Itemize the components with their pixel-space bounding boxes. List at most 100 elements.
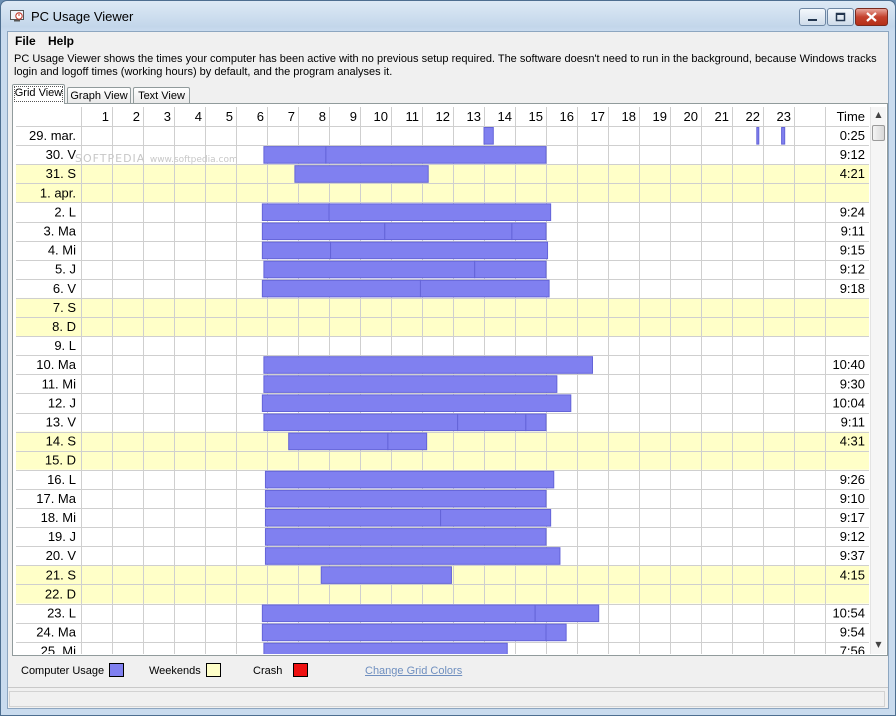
row-total-time: 9:24 xyxy=(840,204,865,219)
row-date-label: 11. Mi xyxy=(42,376,77,391)
usage-session-bar[interactable] xyxy=(387,432,428,451)
usage-session-bar[interactable] xyxy=(534,604,600,623)
scrollbar-thumb[interactable] xyxy=(872,125,885,141)
hour-header: 21 xyxy=(715,109,729,124)
scroll-down-arrow-icon[interactable]: ▼ xyxy=(871,637,886,653)
row-total-time: 9:54 xyxy=(840,625,865,640)
usage-session-bar[interactable] xyxy=(264,509,442,527)
usage-session-bar[interactable] xyxy=(264,547,561,565)
time-column-header: Time xyxy=(837,109,865,124)
hour-header: 9 xyxy=(350,109,357,124)
hour-header: 14 xyxy=(498,109,512,124)
client-area: File Help PC Usage Viewer shows the time… xyxy=(7,31,889,709)
usage-session-bar[interactable] xyxy=(263,260,476,279)
close-button[interactable] xyxy=(855,8,888,26)
usage-session-bar[interactable] xyxy=(261,203,330,222)
menu-file[interactable]: File xyxy=(12,33,39,49)
hour-header: 8 xyxy=(319,109,326,124)
usage-session-bar[interactable] xyxy=(261,222,386,241)
row-total-time: 9:11 xyxy=(841,415,865,430)
window-title: PC Usage Viewer xyxy=(31,9,134,24)
usage-session-bar[interactable] xyxy=(261,279,421,298)
minimize-icon xyxy=(808,19,817,21)
usage-session-bar[interactable] xyxy=(440,509,552,527)
usage-session-bar[interactable] xyxy=(483,127,494,145)
usage-session-bar[interactable] xyxy=(261,394,572,412)
hour-header: 6 xyxy=(257,109,264,124)
usage-session-bar[interactable] xyxy=(261,623,547,642)
hour-header: 23 xyxy=(777,109,791,124)
minimize-button[interactable] xyxy=(799,8,826,26)
usage-session-bar[interactable] xyxy=(263,375,558,393)
row-date-label: 20. V xyxy=(46,548,77,563)
scroll-up-arrow-icon[interactable]: ▲ xyxy=(871,107,886,123)
row-date-label: 10. Ma xyxy=(36,357,77,372)
hour-header: 1 xyxy=(102,109,109,124)
usage-session-bar[interactable] xyxy=(294,165,429,183)
usage-session-bar[interactable] xyxy=(263,146,327,164)
row-total-time: 9:17 xyxy=(840,510,865,525)
row-total-time: 9:12 xyxy=(840,529,865,544)
title-bar[interactable]: PC Usage Viewer xyxy=(1,1,895,31)
usage-session-bar[interactable] xyxy=(525,413,547,432)
usage-session-bar[interactable] xyxy=(330,241,549,260)
usage-session-bar[interactable] xyxy=(264,470,555,489)
row-total-time: 9:12 xyxy=(840,147,865,162)
hour-header: 11 xyxy=(406,109,420,124)
usage-session-bar[interactable] xyxy=(545,623,567,642)
legend-crash-label: Crash xyxy=(253,665,283,677)
row-date-label: 15. D xyxy=(45,453,76,468)
usage-session-bar[interactable] xyxy=(261,604,536,623)
hour-header: 2 xyxy=(133,109,140,124)
row-date-label: 30. V xyxy=(46,147,77,162)
description-text: PC Usage Viewer shows the times your com… xyxy=(14,53,877,78)
legend-weekends-swatch xyxy=(206,663,221,677)
usage-session-bar[interactable] xyxy=(263,356,593,374)
row-total-time: 4:21 xyxy=(840,166,865,181)
usage-session-bar[interactable] xyxy=(756,127,760,145)
app-icon xyxy=(10,10,24,22)
row-date-label: 4. Mi xyxy=(48,243,76,258)
usage-session-bar[interactable] xyxy=(328,203,552,222)
row-date-label: 3. Ma xyxy=(43,224,76,239)
row-date-label: 12. J xyxy=(48,395,76,410)
usage-session-bar[interactable] xyxy=(457,413,527,432)
usage-session-bar[interactable] xyxy=(264,489,547,508)
hour-header: 16 xyxy=(560,109,574,124)
usage-session-bar[interactable] xyxy=(263,642,508,654)
usage-session-bar[interactable] xyxy=(419,279,550,298)
usage-session-bar[interactable] xyxy=(263,413,459,432)
row-total-time: 9:15 xyxy=(840,243,865,258)
change-grid-colors-link[interactable]: Change Grid Colors xyxy=(365,665,462,677)
usage-session-bar[interactable] xyxy=(320,566,452,584)
legend-usage-label: Computer Usage xyxy=(21,665,105,677)
tab-grid-view[interactable]: Grid View xyxy=(12,84,65,104)
row-total-time: 4:31 xyxy=(840,434,865,449)
maximize-button[interactable] xyxy=(827,8,854,26)
row-date-label: 18. Mi xyxy=(41,510,77,525)
row-date-label: 25. Mi xyxy=(41,644,77,654)
row-date-label: 14. S xyxy=(46,434,77,449)
menu-help[interactable]: Help xyxy=(45,33,77,49)
row-total-time: 9:12 xyxy=(840,262,865,277)
legend: Computer Usage Weekends Crash Change Gri… xyxy=(8,660,888,682)
status-bar xyxy=(8,687,888,709)
usage-session-bar[interactable] xyxy=(781,127,786,145)
row-date-label: 5. J xyxy=(55,262,76,277)
usage-session-bar[interactable] xyxy=(384,222,513,241)
row-date-label: 1. apr. xyxy=(40,185,76,200)
usage-session-bar[interactable] xyxy=(511,222,547,241)
usage-session-bar[interactable] xyxy=(264,528,547,546)
hour-header: 18 xyxy=(622,109,636,124)
usage-grid[interactable]: 1 2 3 4 5 6 7 8 9 10 11 12 13 14 15 16 17 18 19 20 21 22 23 Tim… xyxy=(16,107,869,654)
usage-session-bar[interactable] xyxy=(325,146,547,164)
vertical-scrollbar[interactable]: ▲ ▼ xyxy=(870,107,886,654)
row-total-time: 10:40 xyxy=(832,357,865,372)
legend-usage-swatch xyxy=(109,663,124,677)
usage-session-bar[interactable] xyxy=(261,241,332,260)
row-date-label: 8. D xyxy=(52,319,76,334)
usage-session-bar[interactable] xyxy=(474,260,547,279)
hour-header: 3 xyxy=(164,109,171,124)
row-date-label: 6. V xyxy=(53,281,76,296)
usage-session-bar[interactable] xyxy=(288,432,389,451)
